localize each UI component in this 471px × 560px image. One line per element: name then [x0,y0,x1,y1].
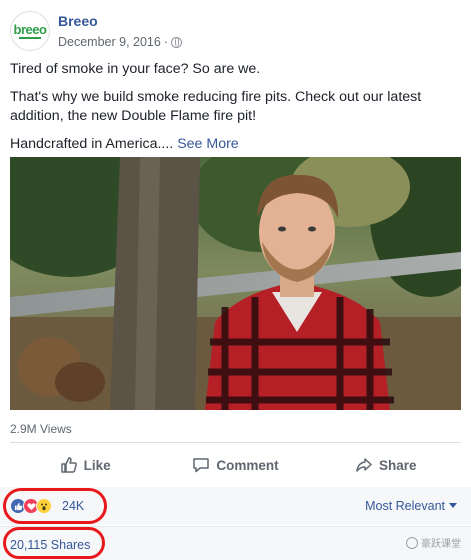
sort-label: Most Relevant [365,499,445,513]
action-bar: Like Comment Share [10,448,461,482]
reaction-icons[interactable] [10,498,52,514]
reactions-bar: 24K Most Relevant [0,487,471,525]
share-label: Share [379,457,417,473]
sort-dropdown[interactable]: Most Relevant [365,499,457,513]
video-frame [10,157,461,410]
watermark: 豪跃课堂 [406,535,461,550]
caret-down-icon [449,503,457,508]
post-text-line: Handcrafted in America.... [10,136,174,152]
watermark-text: 豪跃课堂 [421,539,461,550]
wow-reaction-icon [36,498,52,514]
post-text-line: Tired of smoke in your face? So are we. [10,61,261,77]
comment-icon [193,458,210,473]
page-name[interactable]: Breeo [58,12,182,30]
watermark-logo-icon [406,536,418,549]
like-button[interactable]: Like [10,448,160,482]
see-more-link[interactable]: See More [177,136,239,152]
share-button[interactable]: Share [311,448,461,482]
like-label: Like [83,457,111,473]
reaction-count[interactable]: 24K [62,499,84,513]
share-icon [356,458,372,472]
post-text-line: That's why we build smoke reducing fire … [10,89,422,124]
post-date[interactable]: December 9, 2016 [58,34,161,50]
video-views: 2.9M Views [10,422,72,436]
thumbs-up-icon [60,457,77,473]
page-avatar[interactable]: breeo [10,11,50,51]
video-player[interactable] [10,157,461,410]
shares-bar: 20,115 Shares [0,526,471,560]
post-meta: December 9, 2016 · [58,34,183,50]
comment-button[interactable]: Comment [160,448,310,482]
comment-label: Comment [216,457,279,473]
globe-icon[interactable] [171,36,183,48]
post-body: Tired of smoke in your face? So are we. … [10,60,462,163]
breeo-logo: breeo [13,21,47,37]
divider [10,442,461,443]
post-header: breeo Breeo December 9, 2016 · [10,10,183,52]
shares-count[interactable]: 20,115 Shares [10,538,90,552]
